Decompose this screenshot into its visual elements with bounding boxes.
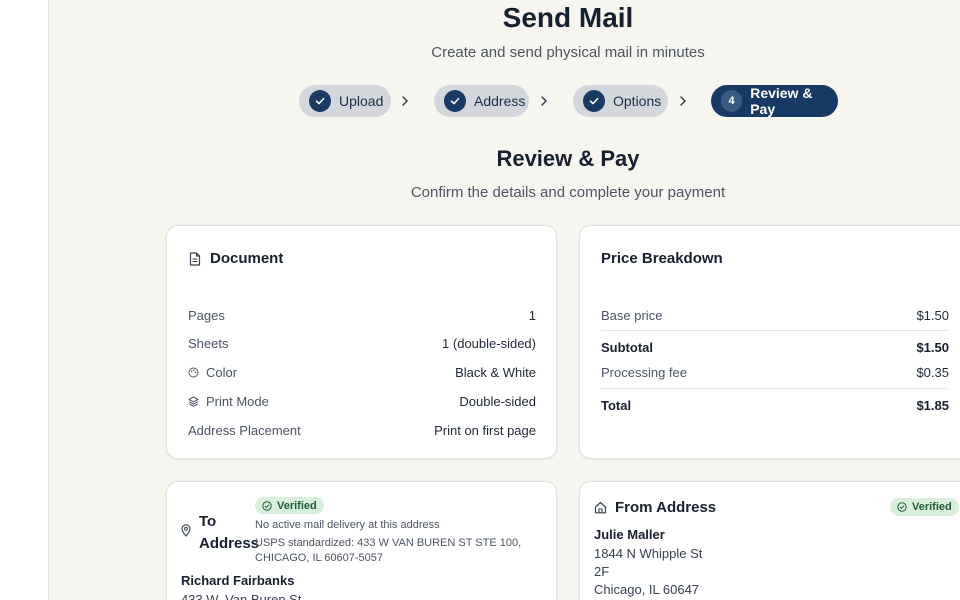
price-label: Base price: [601, 307, 663, 323]
step-label: Upload: [339, 93, 384, 109]
usps-standardized-line2: CHICAGO, IL 60607-5057: [255, 552, 383, 564]
row-value: 1: [528, 307, 536, 323]
row-value: Black & White: [455, 364, 536, 380]
sender-address-line2: 2F: [594, 564, 610, 579]
page-subtitle: Create and send physical mail in minutes: [431, 44, 705, 61]
price-label: Processing fee: [601, 364, 687, 380]
price-row-subtotal: Subtotal $1.50: [601, 337, 949, 357]
section-title: Review & Pay: [496, 146, 640, 171]
price-breakdown-title: Price Breakdown: [601, 250, 723, 267]
row-value: Print on first page: [434, 422, 536, 438]
step-address[interactable]: Address: [434, 85, 529, 117]
document-row-sheets: Sheets 1 (double-sided): [188, 333, 536, 353]
divider: [601, 330, 949, 331]
price-breakdown-card: Price Breakdown Base price $1.50 Subtota…: [579, 225, 960, 459]
sender-address-line3: Chicago, IL 60647: [594, 582, 700, 597]
recipient-address-line1: 433 W. Van Buren St.: [181, 592, 306, 600]
price-row-base: Base price $1.50: [601, 305, 949, 325]
price-value: $1.50: [916, 307, 949, 323]
price-value: $1.85: [916, 397, 949, 413]
row-label: Sheets: [188, 335, 229, 351]
document-row-color: Color Black & White: [188, 362, 536, 382]
layers-icon: [188, 396, 199, 407]
to-address-card: To Address Verified No active mail deliv…: [166, 481, 557, 600]
recipient-name: Richard Fairbanks: [181, 573, 295, 588]
document-title: Document: [210, 250, 284, 267]
row-label-wrap: Color: [188, 365, 237, 380]
row-label-wrap: Print Mode: [188, 394, 269, 409]
from-address-card: From Address Verified Julie Maller 1844 …: [579, 481, 960, 600]
check-circle-icon: [262, 500, 272, 511]
badge-label: Verified: [912, 501, 952, 513]
document-row-address-placement: Address Placement Print on first page: [188, 420, 536, 440]
row-label: Address Placement: [188, 422, 301, 438]
document-card-header: Document: [189, 250, 283, 267]
document-card: Document Pages 1 Sheets 1 (double-sided)…: [166, 225, 557, 459]
price-row-total: Total $1.85: [601, 395, 949, 415]
check-icon: [583, 90, 605, 112]
row-label: Print Mode: [206, 393, 269, 409]
row-label: Color: [206, 364, 238, 380]
home-icon: [594, 501, 607, 514]
chevron-right-icon: [539, 93, 549, 109]
usps-standardized-line1: USPS standardized: 433 W VAN BUREN ST ST…: [255, 537, 522, 549]
sender-name: Julie Maller: [594, 527, 665, 542]
palette-icon: [188, 367, 199, 377]
file-icon: [189, 251, 201, 266]
delivery-note: No active mail delivery at this address: [255, 519, 440, 531]
badge-label: Verified: [277, 499, 317, 512]
from-address-title: From Address: [615, 499, 717, 516]
chevron-right-icon: [400, 93, 410, 109]
price-row-processing: Processing fee $0.35: [601, 362, 949, 382]
price-label: Total: [601, 397, 632, 413]
page-title: Send Mail: [502, 2, 634, 33]
row-value: 1 (double-sided): [442, 335, 536, 351]
verified-badge: Verified: [890, 498, 959, 516]
sender-address-line1: 1844 N Whipple St: [594, 546, 703, 561]
main-content: Send Mail Create and send physical mail …: [50, 0, 960, 600]
map-pin-icon: [181, 524, 191, 542]
divider: [601, 388, 949, 389]
from-address-header: From Address: [594, 499, 716, 516]
row-label: Pages: [188, 307, 225, 323]
check-icon: [444, 90, 466, 112]
step-label: Review & Pay: [750, 85, 813, 117]
to-address-title-line1: To: [199, 513, 217, 530]
left-sidebar: [0, 0, 49, 600]
check-icon: [309, 90, 331, 112]
price-label: Subtotal: [601, 339, 653, 355]
step-label: Options: [613, 93, 662, 109]
step-review-pay[interactable]: 4 Review & Pay: [711, 85, 838, 117]
document-row-pages: Pages 1: [188, 305, 536, 325]
verified-badge: Verified: [255, 497, 324, 514]
document-row-print-mode: Print Mode Double-sided: [188, 391, 536, 411]
price-value: $0.35: [916, 364, 949, 380]
chevron-right-icon: [678, 93, 688, 109]
step-options[interactable]: Options: [573, 85, 668, 117]
step-label: Address: [474, 93, 526, 109]
section-subtitle: Confirm the details and complete your pa…: [410, 184, 726, 201]
price-value: $1.50: [916, 339, 949, 355]
to-address-title-line2: Address: [199, 535, 260, 552]
step-upload[interactable]: Upload: [299, 85, 391, 117]
to-address-title: To Address: [199, 511, 259, 555]
row-value: Double-sided: [459, 393, 536, 409]
step-number: 4: [721, 90, 743, 112]
check-circle-icon: [897, 502, 907, 512]
